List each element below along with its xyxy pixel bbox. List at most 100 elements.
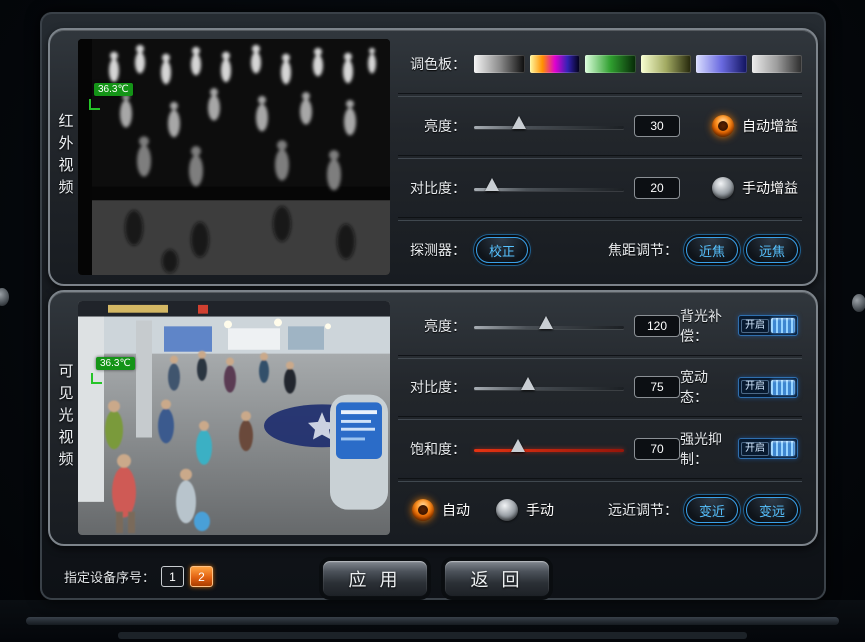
infrared-controls: 调色板： 亮度： 30 自动增益 [398,35,802,279]
slider-thumb-icon[interactable] [485,178,499,191]
ir-brightness-value: 30 [634,115,680,137]
palette-swatch-soft-gray[interactable] [752,55,803,73]
auto-gain-label: 自动增益 [742,116,798,136]
vis-brightness-value: 120 [634,315,680,337]
vis-saturation-slider[interactable] [474,438,624,460]
manual-gain-label: 手动增益 [742,178,798,198]
infrared-temp-marker-icon [89,99,100,110]
toggle-knob-icon [771,318,795,333]
thermal-image [78,39,390,275]
divider [398,93,802,97]
toggle-state-label: 开启 [741,380,769,394]
device-1-button[interactable]: 1 [161,566,184,587]
divider [398,217,802,221]
zoom-far-button[interactable]: 变远 [746,497,798,523]
app-window: 红外视频 [0,0,865,642]
toggle-knob-icon [771,380,795,395]
manual-gain-radio[interactable] [712,177,734,199]
visible-controls: 亮度： 120 背光补偿： 开启 [398,297,802,539]
vis-saturation-row: 饱和度： 70 强光抑制： 开启 [398,420,802,478]
divider [398,355,802,359]
visible-temp-marker-icon [91,373,102,384]
footer-bar: 指定设备序号： 1 2 应 用 返 回 [48,554,818,598]
palette-row: 调色板： [398,35,802,93]
vis-brightness-row: 亮度： 120 背光补偿： 开启 [398,297,802,355]
visible-panel: 可见光视频 [48,290,818,546]
slider-thumb-icon[interactable] [539,316,553,329]
manual-mode-radio[interactable] [496,499,518,521]
ir-contrast-label: 对比度： [398,178,466,198]
toggle-state-label: 开启 [741,319,769,333]
palette-swatch-blue-violet[interactable] [696,55,747,73]
focus-adjust-label: 焦距调节： [608,240,678,260]
palette-swatch-yellow-green[interactable] [641,55,692,73]
manual-mode-label: 手动 [526,500,554,520]
bezel-screw-right [852,294,865,312]
wide-dynamic-label: 宽动态： [680,367,730,407]
vis-brightness-label: 亮度： [398,316,466,336]
highlight-suppression-toggle[interactable]: 开启 [738,438,798,459]
infrared-panel: 红外视频 [48,28,818,286]
vis-saturation-value: 70 [634,438,680,460]
vis-contrast-slider[interactable] [474,376,624,398]
slider-thumb-icon[interactable] [512,116,526,129]
backlight-compensation-toggle[interactable]: 开启 [738,315,798,336]
ir-contrast-value: 20 [634,177,680,199]
divider [398,478,802,482]
back-button[interactable]: 返 回 [444,560,550,597]
highlight-suppression-label: 强光抑制： [680,429,730,469]
apply-button[interactable]: 应 用 [322,560,428,597]
divider [398,155,802,159]
divider [398,416,802,420]
device-select-label: 指定设备序号： [64,567,155,586]
slider-track[interactable] [474,387,624,390]
far-focus-button[interactable]: 远焦 [746,237,798,263]
infrared-temp-badge: 36.3℃ [94,83,133,96]
ir-contrast-slider[interactable] [474,177,624,199]
device-select-group: 指定设备序号： 1 2 [64,566,213,587]
screen: 红外视频 [40,12,826,600]
toggle-knob-icon [771,441,795,456]
vis-contrast-label: 对比度： [398,377,466,397]
vis-mode-row: 自动 手动 远近调节： 变近 变远 [398,482,802,540]
auto-mode-label: 自动 [442,500,470,520]
ir-brightness-row: 亮度： 30 自动增益 [398,97,802,155]
slider-track[interactable] [474,126,624,129]
zoom-near-button[interactable]: 变近 [686,497,738,523]
slider-thumb-icon[interactable] [521,377,535,390]
visible-video-feed: 36.3℃ [78,301,390,535]
detector-label: 探测器： [398,240,466,260]
visible-temp-badge: 36.3℃ [96,357,135,370]
vis-contrast-row: 对比度： 75 宽动态： 开启 [398,359,802,417]
palette-label: 调色板： [398,54,466,74]
palette-swatch-green[interactable] [585,55,636,73]
stand-strip [26,617,839,625]
visible-section-label: 可见光视频 [52,292,78,544]
slider-thumb-icon[interactable] [511,439,525,452]
backlight-compensation-label: 背光补偿： [680,306,730,346]
near-focus-button[interactable]: 近焦 [686,237,738,263]
stand-base [118,632,747,639]
calibrate-button[interactable]: 校正 [476,237,528,263]
palette-swatches [474,55,802,73]
vis-brightness-slider[interactable] [474,315,624,337]
auto-gain-radio[interactable] [712,115,734,137]
wide-dynamic-toggle[interactable]: 开启 [738,377,798,398]
auto-mode-radio[interactable] [412,499,434,521]
palette-swatch-iron-rainbow[interactable] [530,55,581,73]
toggle-state-label: 开启 [741,442,769,456]
detector-row: 探测器： 校正 焦距调节： 近焦 远焦 [398,221,802,279]
device-2-button[interactable]: 2 [190,566,213,587]
ir-brightness-slider[interactable] [474,115,624,137]
visible-image [78,301,390,535]
bezel-screw-left [0,288,9,306]
ir-brightness-label: 亮度： [398,116,466,136]
slider-track[interactable] [474,449,624,452]
infrared-video-feed: 36.3℃ [78,39,390,275]
device-stand [0,600,865,642]
ir-contrast-row: 对比度： 20 手动增益 [398,159,802,217]
infrared-section-label: 红外视频 [52,30,78,284]
vis-contrast-value: 75 [634,376,680,398]
vis-saturation-label: 饱和度： [398,439,466,459]
palette-swatch-white-hot-gray[interactable] [474,55,525,73]
